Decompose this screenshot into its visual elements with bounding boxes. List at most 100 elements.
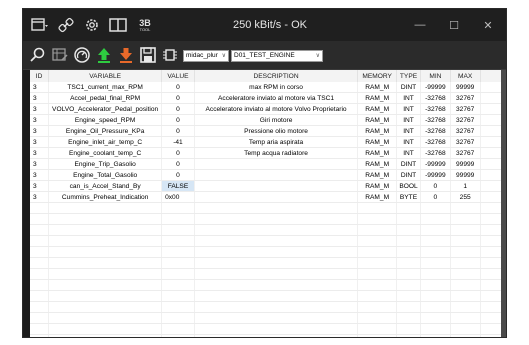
chevron-down-icon: ∨ (221, 53, 226, 59)
column-header-id[interactable]: ID (30, 70, 50, 82)
cell-value[interactable]: FALSE (161, 180, 195, 192)
protocol-select[interactable]: midac_plur ∨ (183, 50, 229, 62)
column-header-type[interactable]: TYPE (396, 70, 421, 82)
cell-value[interactable]: 0 (161, 82, 195, 93)
empty-cell (48, 257, 163, 269)
cell-variable: TSC1_current_max_RPM (48, 82, 163, 93)
gauge-icon[interactable] (73, 46, 91, 64)
table-row[interactable]: 3 TSC1_current_max_RPM 0 max RPM in cors… (30, 82, 506, 93)
empty-cell (161, 246, 195, 258)
cell-id: 3 (30, 114, 50, 126)
vertical-scrollbar[interactable] (501, 70, 506, 337)
empty-row (30, 290, 506, 302)
layout-dropdown-icon[interactable] (31, 17, 49, 33)
cell-type: BOOL (396, 180, 421, 192)
cell-value[interactable]: 0x00 (161, 191, 195, 203)
empty-cell (357, 290, 398, 302)
cell-max: 99999 (450, 169, 481, 181)
empty-cell (194, 213, 359, 225)
cell-memory: RAM_M (357, 136, 398, 148)
settings-icon[interactable] (83, 17, 101, 33)
empty-cell (450, 323, 481, 335)
cell-variable: Accel_pedal_final_RPM (48, 92, 163, 104)
cell-type: INT (396, 147, 421, 159)
empty-cell (30, 312, 50, 324)
column-header-value[interactable]: VALUE (161, 70, 195, 82)
cell-max: 32767 (450, 103, 481, 115)
cell-variable: Cummins_Preheat_Indication (48, 191, 163, 203)
empty-cell (30, 257, 50, 269)
table-row[interactable]: 3 Engine_Oil_Pressure_KPa 0 Pressione ol… (30, 125, 506, 137)
table-row[interactable]: 3 Cummins_Preheat_Indication 0x00 RAM_M … (30, 191, 506, 203)
cell-variable: can_is_Accel_Stand_By (48, 180, 163, 192)
cell-description: Temp acqua radiatore (194, 147, 359, 159)
cell-max: 99999 (450, 82, 481, 93)
app-window: 3B TOOL 250 kBit/s - OK — ☐ ✕ midac_plur… (22, 8, 507, 338)
cell-variable: Engine_Trip_Gasolio (48, 158, 163, 170)
empty-cell (194, 334, 359, 337)
cell-variable: Engine_coolant_temp_C (48, 147, 163, 159)
empty-cell (450, 246, 481, 258)
cell-type: INT (396, 114, 421, 126)
table-row[interactable]: 3 Engine_Trip_Gasolio 0 RAM_M DINT -9999… (30, 158, 506, 170)
link-icon[interactable] (57, 17, 75, 33)
empty-cell (161, 202, 195, 214)
cell-min: -32768 (420, 103, 451, 115)
save-icon[interactable] (139, 46, 157, 64)
zoom-search-icon[interactable] (29, 46, 47, 64)
cell-max: 32767 (450, 125, 481, 137)
chip-icon[interactable] (161, 46, 179, 64)
empty-cell (161, 235, 195, 247)
cell-value[interactable]: 0 (161, 158, 195, 170)
close-button[interactable]: ✕ (471, 9, 505, 41)
empty-cell (357, 279, 398, 291)
column-header-description[interactable]: DESCRIPTION (194, 70, 359, 82)
empty-cell (357, 213, 398, 225)
title-bar: 3B TOOL 250 kBit/s - OK — ☐ ✕ (23, 9, 506, 41)
empty-cell (48, 279, 163, 291)
cell-value[interactable]: 0 (161, 103, 195, 115)
engine-select[interactable]: D01_TEST_ENGINE ∨ (231, 50, 323, 62)
empty-cell (161, 213, 195, 225)
cell-variable: Engine_speed_RPM (48, 114, 163, 126)
panel-icon[interactable] (109, 17, 127, 33)
empty-cell (194, 246, 359, 258)
table-row[interactable]: 3 can_is_Accel_Stand_By FALSE RAM_M BOOL… (30, 180, 506, 192)
table-body: 3 TSC1_current_max_RPM 0 max RPM in cors… (30, 82, 506, 203)
table-row[interactable]: 3 VOLVO_Accelerator_Pedal_position 0 Acc… (30, 103, 506, 115)
empty-row (30, 279, 506, 291)
empty-cell (161, 323, 195, 335)
cell-value[interactable]: -41 (161, 136, 195, 148)
cell-value[interactable]: 0 (161, 125, 195, 137)
table-row[interactable]: 3 Engine_speed_RPM 0 Giri motore RAM_M I… (30, 114, 506, 126)
table-row[interactable]: 3 Engine_Total_Gasolio 0 RAM_M DINT -999… (30, 169, 506, 181)
empty-cell (396, 323, 421, 335)
cell-value[interactable]: 0 (161, 92, 195, 104)
upload-icon[interactable] (95, 46, 113, 64)
3b-tool-icon[interactable]: 3B TOOL (135, 17, 155, 33)
download-icon[interactable] (117, 46, 135, 64)
grid-edit-icon[interactable] (51, 46, 69, 64)
empty-cell (48, 290, 163, 302)
table-row[interactable]: 3 Accel_pedal_final_RPM 0 Acceleratore i… (30, 92, 506, 104)
table-row[interactable]: 3 Engine_inlet_air_temp_C -41 Temp aria … (30, 136, 506, 148)
cell-description (194, 180, 359, 192)
maximize-button[interactable]: ☐ (437, 9, 471, 41)
cell-min: -99999 (420, 169, 451, 181)
cell-value[interactable]: 0 (161, 147, 195, 159)
column-header-max[interactable]: MAX (450, 70, 481, 82)
column-header-variable[interactable]: VARIABLE (48, 70, 163, 82)
empty-cell (420, 334, 451, 337)
column-header-min[interactable]: MIN (420, 70, 451, 82)
cell-memory: RAM_M (357, 191, 398, 203)
empty-cell (396, 268, 421, 280)
minimize-button[interactable]: — (403, 9, 437, 41)
empty-cell (48, 323, 163, 335)
empty-cell (161, 290, 195, 302)
cell-value[interactable]: 0 (161, 114, 195, 126)
cell-value[interactable]: 0 (161, 169, 195, 181)
empty-cell (30, 224, 50, 236)
table-row[interactable]: 3 Engine_coolant_temp_C 0 Temp acqua rad… (30, 147, 506, 159)
empty-cell (30, 213, 50, 225)
column-header-memory[interactable]: MEMORY (357, 70, 398, 82)
